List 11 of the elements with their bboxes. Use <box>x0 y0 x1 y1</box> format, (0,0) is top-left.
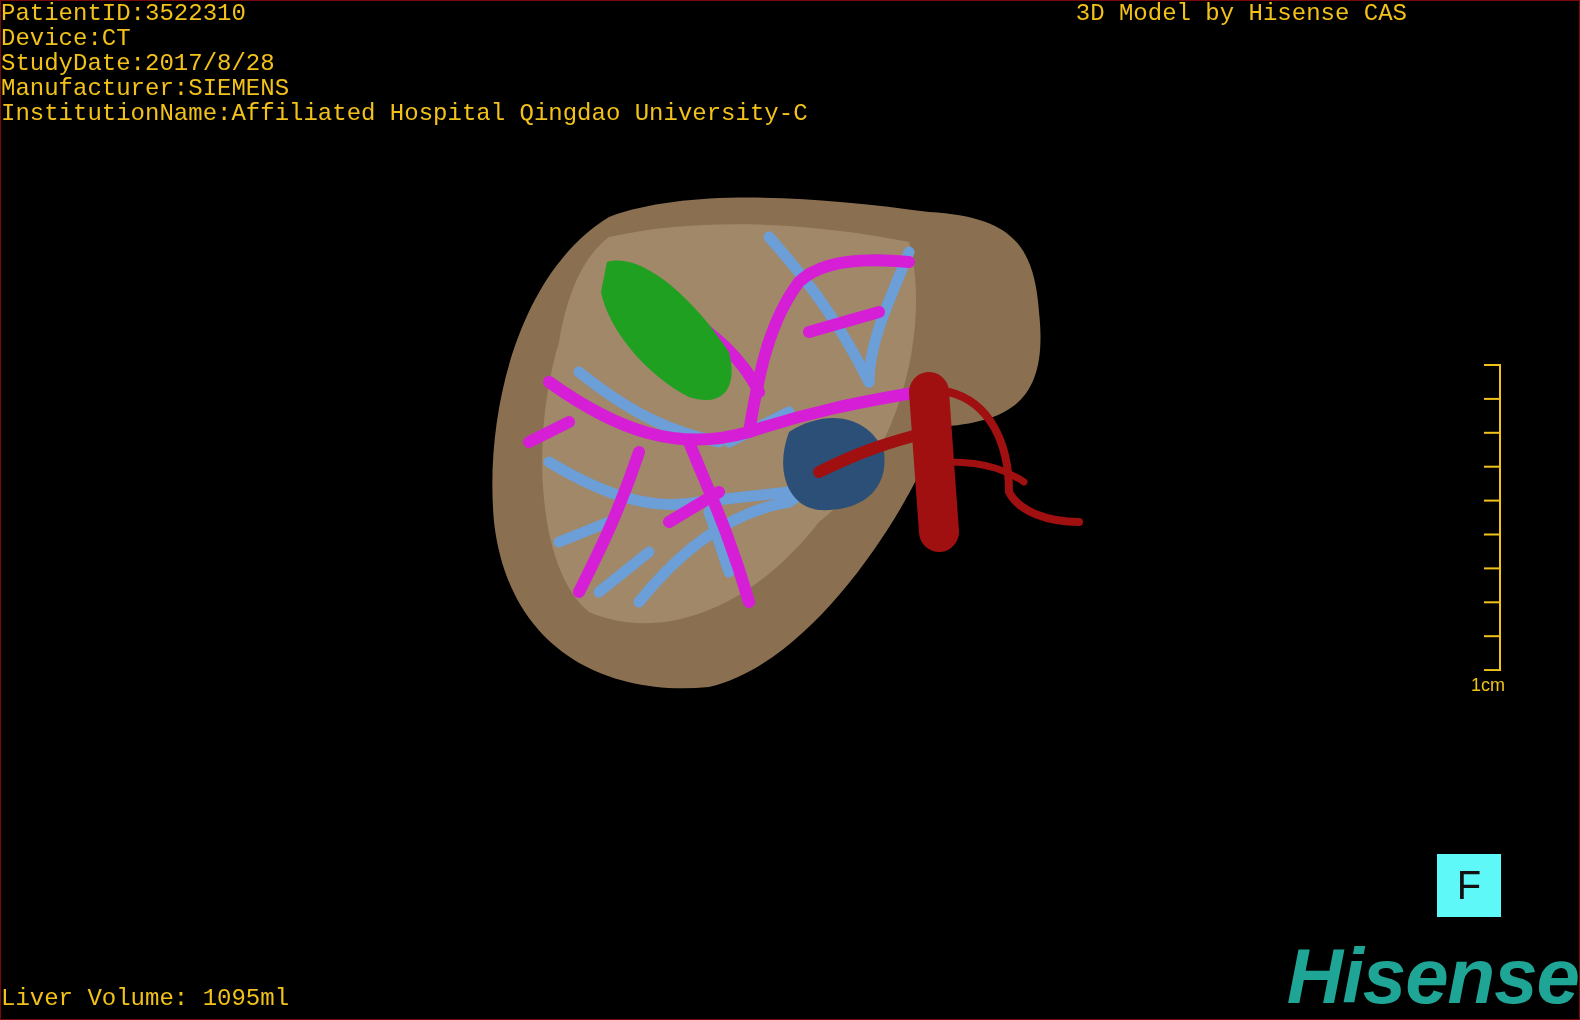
info-line: InstitutionName:Affiliated Hospital Qingdao University-C <box>1 101 808 126</box>
brand-logo: Hisense <box>1286 941 1579 1011</box>
app-title: 3D Model by Hisense CAS <box>1075 1 1407 26</box>
info-line: StudyDate:2017/8/28 <box>1 51 276 76</box>
liver-volume-text: Liver Volume: 1095ml <box>1 986 290 1011</box>
scale-label: 1cm <box>1471 675 1505 695</box>
info-line: PatientID:3522310 <box>1 1 247 26</box>
view-orientation-button[interactable]: F <box>1437 854 1501 917</box>
info-line: Device:CT <box>1 26 132 51</box>
scale-ruler-icon <box>1484 364 1501 671</box>
info-line: Manufacturer:SIEMENS <box>1 76 291 101</box>
